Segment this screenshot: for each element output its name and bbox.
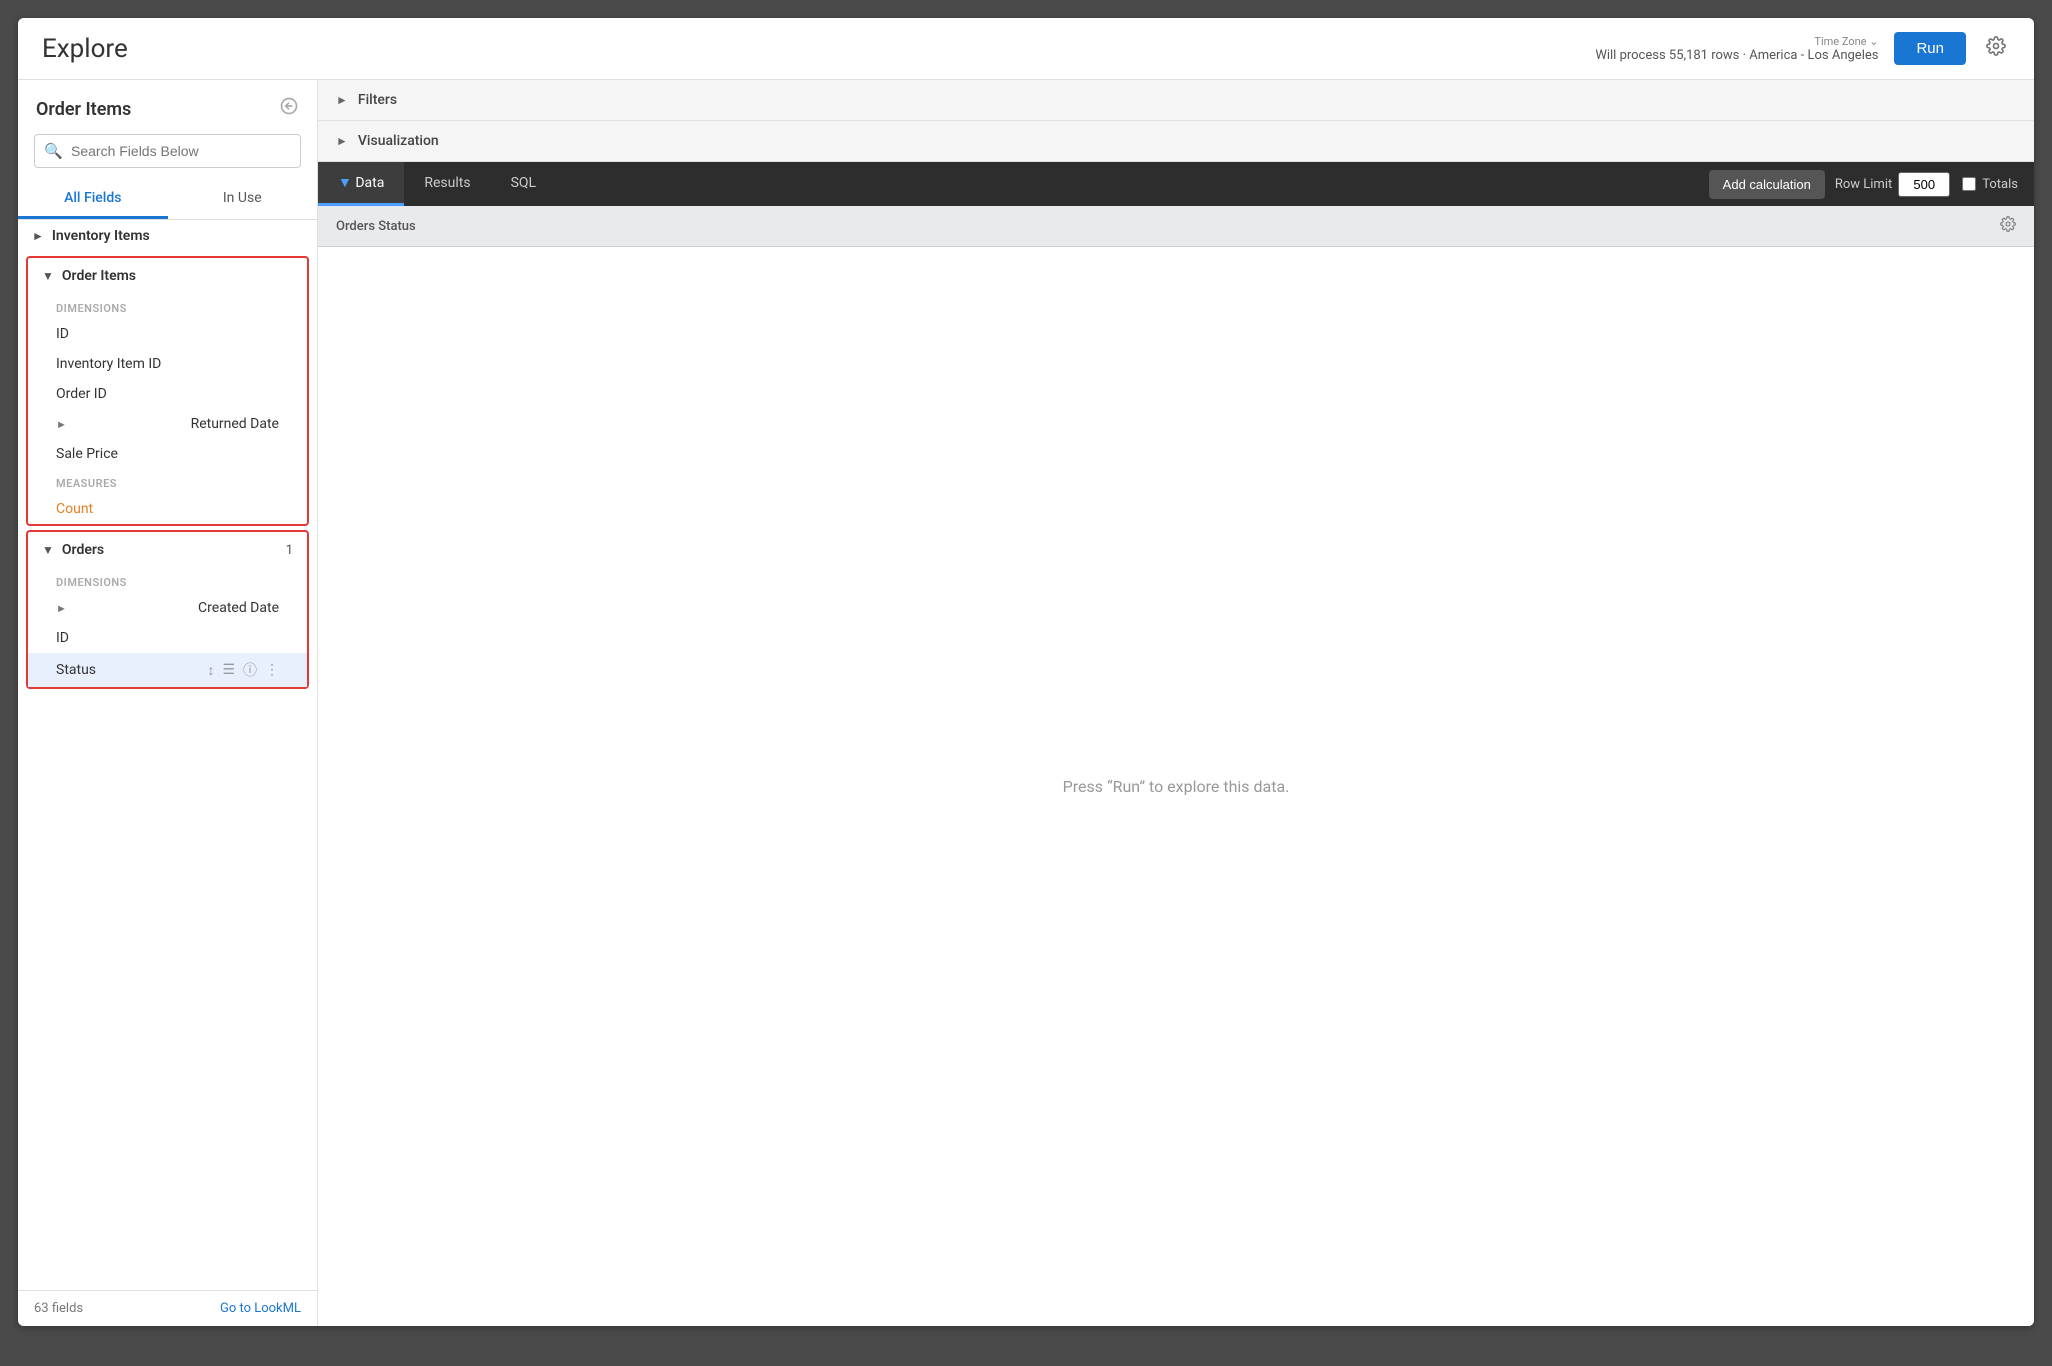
- field-status[interactable]: Status ↕ ☰ ⓘ ⋮: [28, 653, 307, 687]
- filters-section: ► Filters: [318, 80, 2034, 121]
- top-header: Explore Time Zone ⌄ Will process 55,181 …: [18, 18, 2034, 80]
- row-limit-container: Row Limit: [1835, 172, 1950, 197]
- chevron-down-icon: ▼: [42, 269, 54, 283]
- filters-expand-icon: ►: [336, 93, 348, 107]
- field-orders-id[interactable]: ID: [28, 623, 307, 653]
- process-info: Time Zone ⌄ Will process 55,181 rows · A…: [1595, 35, 1878, 63]
- chevron-down-icon-orders: ▼: [42, 543, 54, 557]
- results-column-label: Orders Status: [336, 219, 2000, 234]
- filter-icon[interactable]: ☰: [222, 662, 235, 678]
- totals-checkbox[interactable]: [1962, 177, 1976, 191]
- visualization-expand-icon: ►: [336, 134, 348, 148]
- gear-results-icon: [2000, 216, 2016, 232]
- results-header: Orders Status: [318, 206, 2034, 247]
- group-order-items-header[interactable]: ▼ Order Items: [28, 258, 307, 294]
- sidebar-back-button[interactable]: [279, 96, 299, 122]
- settings-icon-btn[interactable]: [1982, 32, 2010, 65]
- search-icon: 🔍: [44, 142, 63, 160]
- field-actions: ↕ ☰ ⓘ ⋮: [207, 660, 279, 680]
- field-created-date[interactable]: ► Created Date: [28, 593, 307, 623]
- chevron-right-icon: ►: [32, 229, 44, 243]
- field-order-id[interactable]: Order ID: [28, 379, 307, 409]
- search-input[interactable]: [34, 134, 301, 168]
- app-title: Explore: [42, 34, 128, 64]
- tab-results[interactable]: Results: [404, 163, 490, 206]
- add-calculation-button[interactable]: Add calculation: [1709, 170, 1825, 199]
- header-right: Time Zone ⌄ Will process 55,181 rows · A…: [1595, 32, 2010, 65]
- tab-sql[interactable]: SQL: [491, 163, 556, 206]
- more-icon[interactable]: ⋮: [265, 662, 279, 678]
- field-order-items-id[interactable]: ID: [28, 319, 307, 349]
- tab-in-use[interactable]: In Use: [168, 180, 318, 219]
- dimensions-label-order-items: DIMENSIONS: [28, 294, 307, 319]
- empty-state: Press “Run” to explore this data.: [318, 247, 2034, 1326]
- filters-header[interactable]: ► Filters: [318, 80, 2034, 120]
- group-orders-header[interactable]: ▼ Orders 1: [28, 532, 307, 568]
- group-orders: ▼ Orders 1 DIMENSIONS ► Created Date ID: [26, 530, 309, 689]
- gear-icon: [1986, 36, 2006, 56]
- field-returned-date[interactable]: ► Returned Date: [28, 409, 307, 439]
- go-to-lookml-link[interactable]: Go to LookML: [220, 1301, 301, 1316]
- measures-label-order-items: MEASURES: [28, 469, 307, 494]
- visualization-section: ► Visualization: [318, 121, 2034, 162]
- fields-count: 63 fields: [34, 1301, 83, 1316]
- run-button[interactable]: Run: [1894, 32, 1966, 65]
- visualization-header[interactable]: ► Visualization: [318, 121, 2034, 161]
- expand-arrow-icon: ►: [56, 418, 67, 431]
- search-box: 🔍: [34, 134, 301, 168]
- right-panel: ► Filters ► Visualization ▼ Data Results: [318, 80, 2034, 1326]
- sidebar-footer: 63 fields Go to LookML: [18, 1290, 317, 1326]
- process-text: Will process 55,181 rows · America - Los…: [1595, 48, 1878, 63]
- row-limit-label: Row Limit: [1835, 177, 1892, 192]
- info-icon[interactable]: ⓘ: [243, 660, 257, 680]
- timezone-label: Time Zone ⌄: [1595, 35, 1878, 48]
- tab-all-fields[interactable]: All Fields: [18, 180, 168, 219]
- sort-icon[interactable]: ↕: [207, 662, 214, 679]
- tab-row: All Fields In Use: [18, 180, 317, 220]
- totals-container: Totals: [1962, 177, 2018, 192]
- back-icon: [279, 96, 299, 116]
- totals-label: Totals: [1982, 177, 2018, 192]
- sidebar-header: Order Items: [18, 80, 317, 130]
- group-inventory-items: ► Inventory Items: [18, 220, 317, 252]
- sidebar: Order Items 🔍 All Fields I: [18, 80, 318, 1326]
- field-count[interactable]: Count: [28, 494, 307, 524]
- data-toolbar: ▼ Data Results SQL Add calculation Row L…: [318, 162, 2034, 206]
- tab-data[interactable]: ▼ Data: [318, 162, 404, 206]
- data-tab-arrow-icon: ▼: [338, 175, 355, 191]
- dimensions-label-orders: DIMENSIONS: [28, 568, 307, 593]
- field-sale-price[interactable]: Sale Price: [28, 439, 307, 469]
- field-inventory-item-id[interactable]: Inventory Item ID: [28, 349, 307, 379]
- sidebar-title: Order Items: [36, 99, 131, 120]
- group-inventory-items-header[interactable]: ► Inventory Items: [18, 220, 317, 252]
- timezone-dropdown-arrow[interactable]: ⌄: [1869, 35, 1878, 48]
- results-settings-icon[interactable]: [2000, 216, 2016, 236]
- expand-arrow-created-date-icon: ►: [56, 602, 67, 615]
- main-layout: Order Items 🔍 All Fields I: [18, 80, 2034, 1326]
- field-list: ► Inventory Items ▼ Order Items DIMENSIO…: [18, 220, 317, 1290]
- group-order-items: ▼ Order Items DIMENSIONS ID Inventory It…: [26, 256, 309, 526]
- row-limit-input[interactable]: [1898, 172, 1950, 197]
